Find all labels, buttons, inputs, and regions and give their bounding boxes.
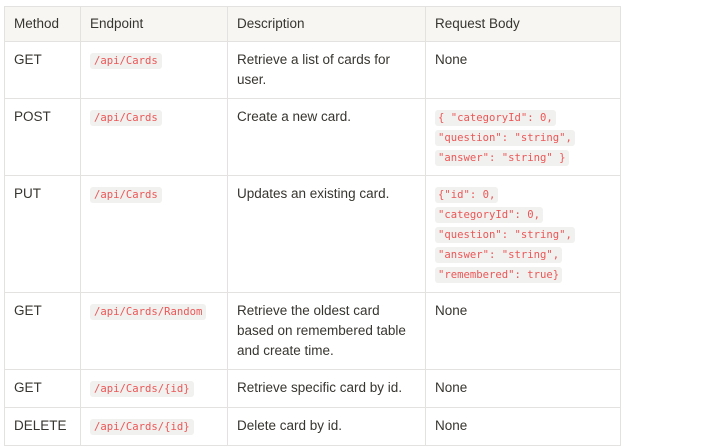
request-body-line: { "categoryId": 0, [435,107,611,127]
cell-description: Delete card by id. [227,407,426,446]
header-endpoint: Endpoint [80,6,228,42]
endpoint-code: /api/Cards/{id} [90,381,194,397]
cell-description: Create a new card. [227,98,426,176]
cell-method: GET [4,369,81,408]
request-body-line: "question": "string", [435,224,611,244]
cell-description: Retrieve specific card by id. [227,369,426,408]
request-body-line: "categoryId": 0, [435,204,611,224]
request-body-line: "remembered": true} [435,264,611,284]
cell-method: GET [4,41,81,99]
table-row: DELETE/api/Cards/{id} Delete card by id. N… [4,407,621,446]
cell-method: DELETE [4,407,81,446]
endpoint-code: /api/Cards [90,53,162,69]
request-body-line: "answer": "string", [435,244,611,264]
request-body-code: "categoryId": 0, [435,207,544,223]
table-row: PUT/api/Cards Updates an existing card. {"… [4,175,621,293]
cell-request-body: None [425,407,621,446]
cell-request-body: {"id": 0, "categoryId": 0, "question": "st… [425,175,621,293]
cell-endpoint: /api/Cards [80,175,228,293]
request-body-code: "answer": "string", [435,247,563,263]
request-body-line: {"id": 0, [435,184,611,204]
cell-endpoint: /api/Cards/Random [80,292,228,370]
request-body-line: "answer": "string" } [435,147,611,167]
cell-request-body: None [425,41,621,99]
header-method: Method [4,6,81,42]
request-body-code: "remembered": true} [435,267,563,283]
cell-method: PUT [4,175,81,293]
request-body-code: "question": "string", [435,227,575,243]
cell-endpoint: /api/Cards/{id} [80,369,228,408]
table-row: POST/api/Cards Create a new card.{ "categ… [4,98,621,176]
request-body-code: "answer": "string" } [435,150,569,166]
cell-endpoint: /api/Cards [80,41,228,99]
header-description: Description [227,6,426,42]
api-table-container: Method Endpoint Description Request Body… [4,6,621,446]
cell-description: Updates an existing card. [227,175,426,293]
cell-method: GET [4,292,81,370]
api-endpoints-table: Method Endpoint Description Request Body… [4,6,621,446]
endpoint-code: /api/Cards/Random [90,304,207,320]
cell-endpoint: /api/Cards/{id} [80,407,228,446]
cell-request-body: None [425,292,621,370]
cell-description: Retrieve the oldest card based on rememb… [227,292,426,370]
table-row: GET/api/Cards/{id} Retrieve specific card… [4,369,621,408]
cell-request-body: None [425,369,621,408]
cell-description: Retrieve a list of cards for user. [227,41,426,99]
table-header-row: Method Endpoint Description Request Body [4,6,621,42]
request-body-code: {"id": 0, [435,187,499,203]
table-row: GET/api/Cards/Random Retrieve the oldest … [4,292,621,370]
cell-method: POST [4,98,81,176]
request-body-code: "question": "string", [435,130,575,146]
request-body-line: "question": "string", [435,127,611,147]
endpoint-code: /api/Cards [90,110,162,126]
endpoint-code: /api/Cards [90,187,162,203]
endpoint-code: /api/Cards/{id} [90,419,194,435]
header-request-body: Request Body [425,6,621,42]
cell-request-body: { "categoryId": 0, "question": "string", "… [425,98,621,176]
cell-endpoint: /api/Cards [80,98,228,176]
request-body-code: { "categoryId": 0, [435,110,556,126]
table-row: GET/api/Cards Retrieve a list of cards fo… [4,41,621,99]
